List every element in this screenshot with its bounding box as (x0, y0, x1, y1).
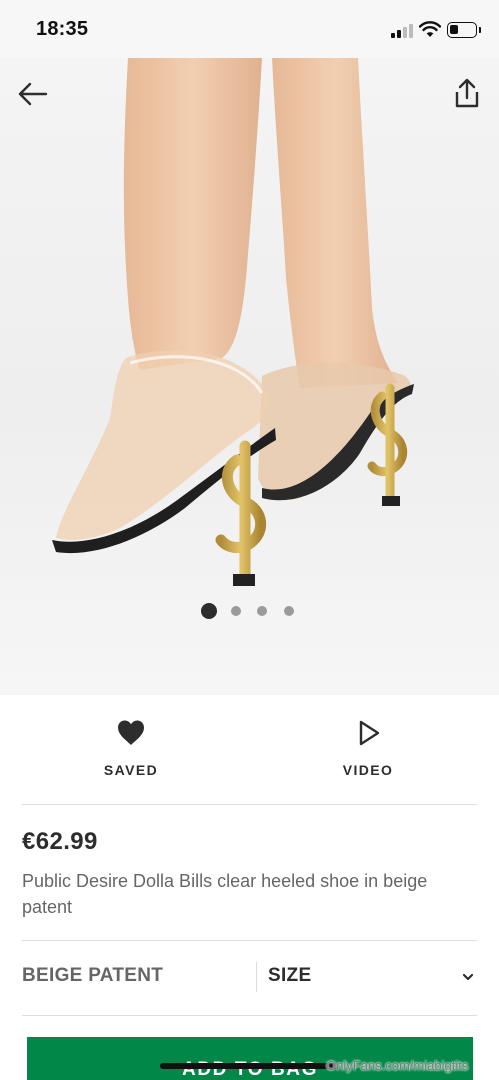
saved-label: SAVED (103, 762, 159, 778)
battery-cap (479, 27, 481, 33)
share-icon[interactable] (452, 78, 482, 110)
video-label: VIDEO (342, 762, 394, 778)
product-title: Public Desire Dolla Bills clear heeled s… (22, 871, 428, 917)
product-image-carousel[interactable] (0, 58, 499, 695)
home-indicator (160, 1063, 338, 1069)
back-arrow-icon[interactable] (16, 80, 50, 108)
divider (22, 1015, 477, 1016)
product-photo (0, 58, 499, 695)
carousel-dot-1[interactable] (201, 603, 217, 619)
vertical-separator (256, 962, 257, 992)
carousel-dot-2[interactable] (231, 606, 241, 616)
wifi-icon (419, 21, 441, 37)
product-price: €62.99 (22, 828, 98, 855)
status-time: 18:35 (36, 18, 89, 40)
carousel-indicator (200, 603, 300, 619)
status-bar: 18:35 (0, 0, 499, 58)
video-button[interactable]: VIDEO (298, 718, 438, 788)
divider (22, 940, 477, 941)
saved-button[interactable]: SAVED (61, 718, 201, 788)
colour-label: BEIGE PATENT (22, 965, 164, 986)
watermark: OnlyFans.com/miabigtits (326, 1058, 469, 1073)
carousel-dot-4[interactable] (284, 606, 294, 616)
size-selector[interactable]: SIZE (268, 965, 311, 987)
battery-icon (447, 22, 477, 38)
carousel-dot-3[interactable] (257, 606, 267, 616)
signal-icon (391, 24, 413, 38)
play-icon (359, 720, 380, 746)
heart-icon (118, 720, 144, 745)
divider (22, 804, 477, 805)
chevron-down-icon[interactable] (461, 970, 475, 984)
